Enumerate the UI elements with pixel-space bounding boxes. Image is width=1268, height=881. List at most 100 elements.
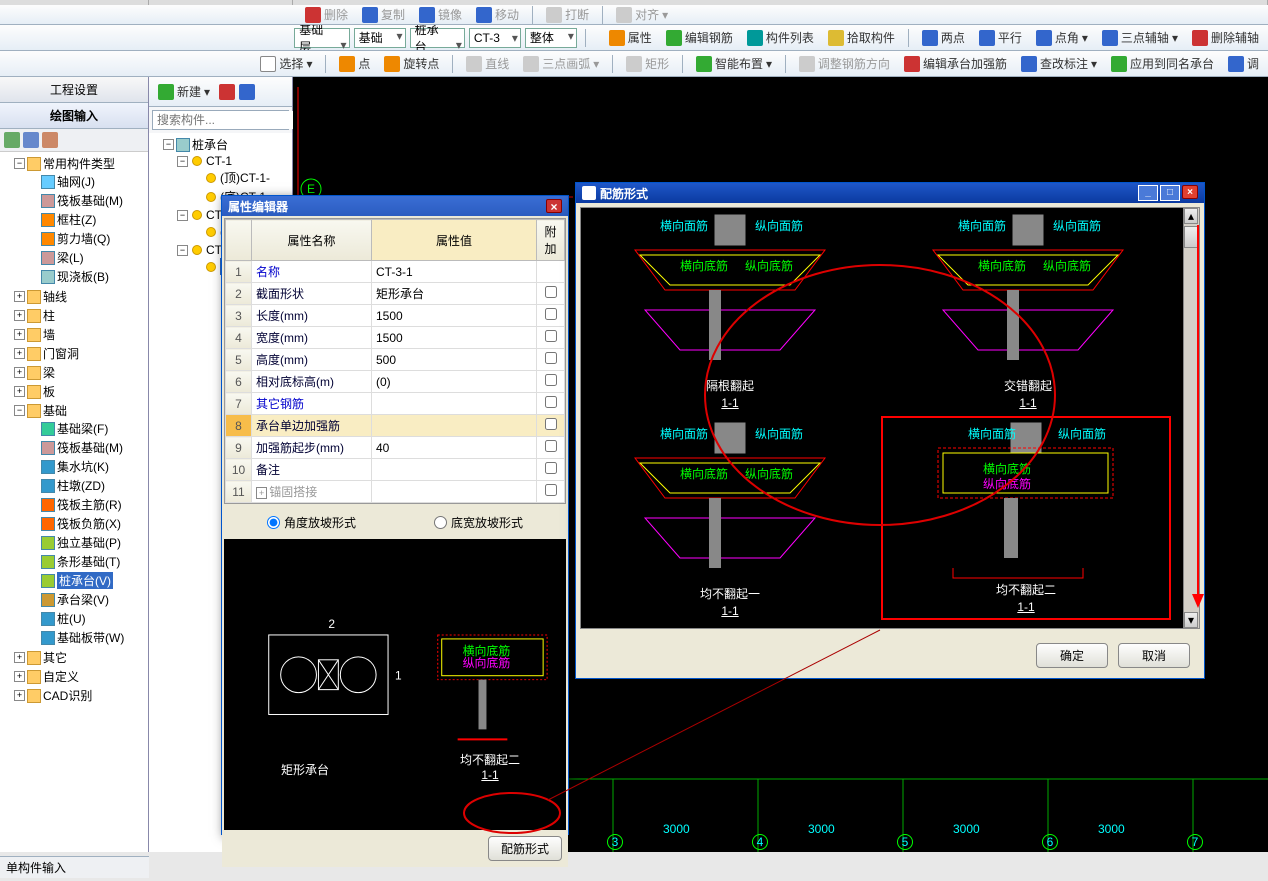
component-search[interactable]: 🔍 [152,110,289,130]
rect-button[interactable]: 矩形 [621,52,674,75]
property-row[interactable]: 5高度(mm)500 [226,349,565,371]
prop-append[interactable] [537,415,565,437]
prop-append[interactable] [537,349,565,371]
tree-node-raft2[interactable]: 筏板基础(M) [57,439,123,456]
mirror-button[interactable]: 镜像 [414,5,467,25]
pattern-option-c[interactable]: 横向面筋纵向面筋 横向底筋纵向底筋 均不翻起一 1-1 [585,418,875,622]
ok-button[interactable]: 确定 [1036,643,1108,668]
col-header-name[interactable]: 属性名称 [252,220,372,261]
three-point-aux-button[interactable]: 三点辅轴▾ [1097,26,1183,49]
point-button[interactable]: 点 [334,52,375,75]
tree-node-custom[interactable]: 自定义 [43,668,79,685]
scroll-up-arrow[interactable]: ▴ [1184,208,1198,224]
break-button[interactable]: 打断 [541,5,594,25]
prop-append[interactable] [537,305,565,327]
layer-combo[interactable]: 基础层 [294,28,349,48]
tree-node-raft[interactable]: 筏板基础(M) [57,192,123,209]
expander-icon[interactable]: − [177,245,188,256]
mini-icon-1[interactable] [4,132,20,148]
tree-node-slab-cat[interactable]: 板 [43,383,55,400]
property-row[interactable]: 1名称CT-3-1 [226,261,565,283]
tree-node-wall[interactable]: 墙 [43,326,55,343]
mini-icon-2[interactable] [23,132,39,148]
align-button[interactable]: 对齐▾ [611,5,673,25]
radio-angle-input[interactable] [267,516,280,529]
cancel-button[interactable]: 取消 [1118,643,1190,668]
search-input[interactable] [153,111,316,129]
parallel-button[interactable]: 平行 [974,26,1027,49]
tree-node-sump[interactable]: 集水坑(K) [57,458,109,475]
radio-width-input[interactable] [434,516,447,529]
rotate-point-button[interactable]: 旋转点 [379,52,444,75]
property-dialog-titlebar[interactable]: 属性编辑器 × [222,196,568,216]
prop-value[interactable]: CT-3-1 [372,261,537,283]
category-combo[interactable]: 基础 [354,28,406,48]
tree-node-strip[interactable]: 条形基础(T) [57,553,120,570]
tree-node-pier[interactable]: 柱墩(ZD) [57,477,105,494]
copy-button[interactable]: 复制 [357,5,410,25]
pick-component-button[interactable]: 拾取构件 [823,26,900,49]
expander-icon[interactable]: + [14,310,25,321]
expander-icon[interactable]: + [14,329,25,340]
tree-node-common[interactable]: 常用构件类型 [43,155,115,172]
pattern-option-b[interactable]: 横向面筋纵向面筋 横向底筋纵向底筋 交错翻起 1-1 [883,210,1173,414]
expander-icon[interactable]: + [14,367,25,378]
property-row[interactable]: 3长度(mm)1500 [226,305,565,327]
property-row[interactable]: 6相对底标高(m)(0) [226,371,565,393]
tree-node-beam[interactable]: 梁(L) [57,249,84,266]
prop-value[interactable]: 矩形承台 [372,283,537,305]
scroll-thumb[interactable] [1184,226,1198,248]
tree-node-ct1[interactable]: CT-1 [206,154,232,168]
tree-node-axis[interactable]: 轴线 [43,288,67,305]
prop-value[interactable] [372,393,537,415]
apply-same-cap-button[interactable]: 应用到同名承台 [1106,52,1219,75]
properties-button[interactable]: 属性 [604,26,657,49]
delete-aux-button[interactable]: 删除辅轴 [1187,26,1264,49]
tree-node-beam-cat[interactable]: 梁 [43,364,55,381]
prop-append[interactable] [537,261,565,283]
adjust-button-trunc[interactable]: 调 [1223,52,1264,75]
display-combo[interactable]: 整体 [525,28,577,48]
two-point-button[interactable]: 两点 [917,26,970,49]
tab-engineering-settings[interactable]: 工程设置 [0,77,148,103]
new-component-button[interactable]: 新建▾ [153,80,215,103]
expander-icon[interactable]: − [177,210,188,221]
tab-single-component-input[interactable]: 单构件输入 [0,856,149,878]
property-row[interactable]: 8承台单边加强筋 [226,415,565,437]
tree-node-cap[interactable]: 桩承台(V) [57,572,113,589]
tree-node-basebeam[interactable]: 基础梁(F) [57,420,108,437]
expander-icon[interactable]: − [14,158,25,169]
expander-icon[interactable]: − [163,139,174,150]
maximize-button[interactable]: □ [1160,185,1180,201]
tree-node-castslab[interactable]: 现浇板(B) [57,268,109,285]
tree-node-axisnet[interactable]: 轴网(J) [57,173,95,190]
col-header-append[interactable]: 附加 [537,220,565,261]
scroll-down-arrow[interactable]: ▾ [1184,612,1198,628]
prop-value[interactable]: 1500 [372,305,537,327]
tree-node-column[interactable]: 柱 [43,307,55,324]
prop-append[interactable] [537,393,565,415]
prop-value[interactable]: 1500 [372,327,537,349]
mini-icon-3[interactable] [42,132,58,148]
copy-component-icon[interactable] [239,84,255,100]
expander-icon[interactable]: + [14,386,25,397]
tree-node-opening[interactable]: 门窗洞 [43,345,79,362]
tree-node-capbeam[interactable]: 承台梁(V) [57,591,109,608]
tree-node-stripbar[interactable]: 基础板带(W) [57,629,124,646]
tree-node-other[interactable]: 其它 [43,649,67,666]
prop-append[interactable] [537,327,565,349]
tree-node-cap-root[interactable]: 桩承台 [192,136,228,153]
tree-node-shearwall[interactable]: 剪力墙(Q) [57,230,110,247]
property-row[interactable]: 9加强筋起步(mm)40 [226,437,565,459]
close-icon[interactable]: × [546,199,562,213]
expander-icon[interactable]: + [14,652,25,663]
category-tree[interactable]: −常用构件类型 轴网(J) 筏板基础(M) 框柱(Z) 剪力墙(Q) 梁(L) … [0,152,148,852]
expander-icon[interactable]: − [14,405,25,416]
line-button[interactable]: 直线 [461,52,514,75]
property-row[interactable]: 4宽度(mm)1500 [226,327,565,349]
arc-button[interactable]: 三点画弧▾ [518,52,604,75]
prop-value[interactable]: (0) [372,371,537,393]
expander-icon[interactable]: + [14,348,25,359]
component-list-button[interactable]: 构件列表 [742,26,819,49]
minimize-button[interactable]: _ [1138,185,1158,201]
